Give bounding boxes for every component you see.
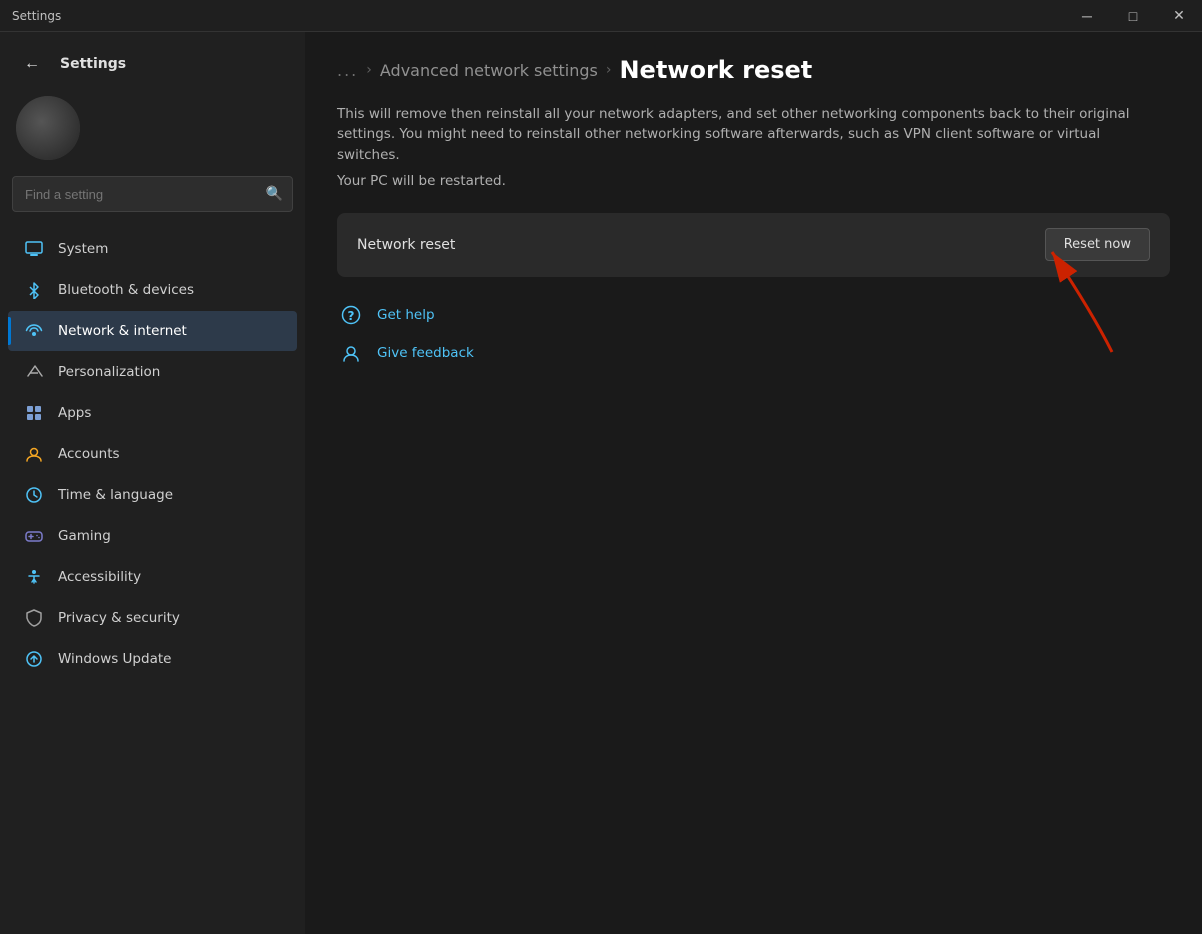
breadcrumb-sep2: › xyxy=(606,62,612,78)
sidebar-item-update[interactable]: Windows Update xyxy=(8,639,297,679)
sidebar-item-accessibility-label: Accessibility xyxy=(58,569,141,585)
sidebar: ← Settings 🔍 System xyxy=(0,32,305,934)
sidebar-item-gaming-label: Gaming xyxy=(58,528,111,544)
sidebar-item-system[interactable]: System xyxy=(8,229,297,269)
gaming-icon xyxy=(24,526,44,546)
back-button[interactable]: ← xyxy=(16,48,48,80)
avatar xyxy=(16,96,80,160)
network-reset-card: Network reset Reset now xyxy=(337,213,1170,277)
svg-text:?: ? xyxy=(348,309,355,323)
app-container: ← Settings 🔍 System xyxy=(0,32,1202,934)
give-feedback-icon xyxy=(337,339,365,367)
breadcrumb-parent[interactable]: Advanced network settings xyxy=(380,61,598,80)
get-help-text: Get help xyxy=(377,307,435,323)
avatar-image xyxy=(16,96,80,160)
bluetooth-icon xyxy=(24,280,44,300)
breadcrumb-sep1: › xyxy=(366,62,372,78)
sidebar-item-network-label: Network & internet xyxy=(58,323,187,339)
sidebar-item-apps[interactable]: Apps xyxy=(8,393,297,433)
titlebar-controls: ─ □ ✕ xyxy=(1064,0,1202,32)
time-icon xyxy=(24,485,44,505)
sidebar-item-apps-label: Apps xyxy=(58,405,91,421)
system-icon xyxy=(24,239,44,259)
sidebar-item-privacy-label: Privacy & security xyxy=(58,610,180,626)
sidebar-item-bluetooth[interactable]: Bluetooth & devices xyxy=(8,270,297,310)
sidebar-item-time[interactable]: Time & language xyxy=(8,475,297,515)
description-text: This will remove then reinstall all your… xyxy=(337,104,1167,165)
network-icon xyxy=(24,321,44,341)
update-icon xyxy=(24,649,44,669)
main-content: ... › Advanced network settings › Networ… xyxy=(305,32,1202,391)
get-help-icon: ? xyxy=(337,301,365,329)
sidebar-item-accounts[interactable]: Accounts xyxy=(8,434,297,474)
sidebar-header: ← Settings xyxy=(0,32,305,88)
sidebar-item-update-label: Windows Update xyxy=(58,651,171,667)
nav-list: System Bluetooth & devices Network & int… xyxy=(0,224,305,934)
sidebar-item-accounts-label: Accounts xyxy=(58,446,120,462)
reset-now-button[interactable]: Reset now xyxy=(1045,228,1150,261)
sidebar-item-system-label: System xyxy=(58,241,108,257)
avatar-area xyxy=(0,88,305,176)
get-help-link[interactable]: ? Get help xyxy=(337,301,1170,329)
main-wrapper: ... › Advanced network settings › Networ… xyxy=(305,32,1202,934)
sidebar-item-personalization[interactable]: Personalization xyxy=(8,352,297,392)
apps-icon xyxy=(24,403,44,423)
accessibility-icon xyxy=(24,567,44,587)
give-feedback-link[interactable]: Give feedback xyxy=(337,339,1170,367)
give-feedback-text: Give feedback xyxy=(377,345,474,361)
sidebar-item-accessibility[interactable]: Accessibility xyxy=(8,557,297,597)
sidebar-item-personalization-label: Personalization xyxy=(58,364,160,380)
breadcrumb-dots: ... xyxy=(337,61,358,80)
privacy-icon xyxy=(24,608,44,628)
personalization-icon xyxy=(24,362,44,382)
breadcrumb: ... › Advanced network settings › Networ… xyxy=(337,56,1170,84)
sidebar-item-bluetooth-label: Bluetooth & devices xyxy=(58,282,194,298)
accounts-icon xyxy=(24,444,44,464)
close-button[interactable]: ✕ xyxy=(1156,0,1202,32)
page-title: Network reset xyxy=(619,56,812,84)
titlebar-title: Settings xyxy=(12,9,61,23)
sidebar-item-network[interactable]: Network & internet xyxy=(8,311,297,351)
search-input[interactable] xyxy=(12,176,293,212)
sidebar-item-gaming[interactable]: Gaming xyxy=(8,516,297,556)
maximize-button[interactable]: □ xyxy=(1110,0,1156,32)
app-title: Settings xyxy=(60,56,126,72)
sidebar-item-privacy[interactable]: Privacy & security xyxy=(8,598,297,638)
sidebar-item-time-label: Time & language xyxy=(58,487,173,503)
minimize-button[interactable]: ─ xyxy=(1064,0,1110,32)
titlebar: Settings ─ □ ✕ xyxy=(0,0,1202,32)
search-icon: 🔍 xyxy=(266,186,283,202)
restart-notice: Your PC will be restarted. xyxy=(337,173,1170,189)
search-box: 🔍 xyxy=(12,176,293,212)
reset-card-label: Network reset xyxy=(357,237,455,253)
help-links: ? Get help Give feedback xyxy=(337,301,1170,367)
